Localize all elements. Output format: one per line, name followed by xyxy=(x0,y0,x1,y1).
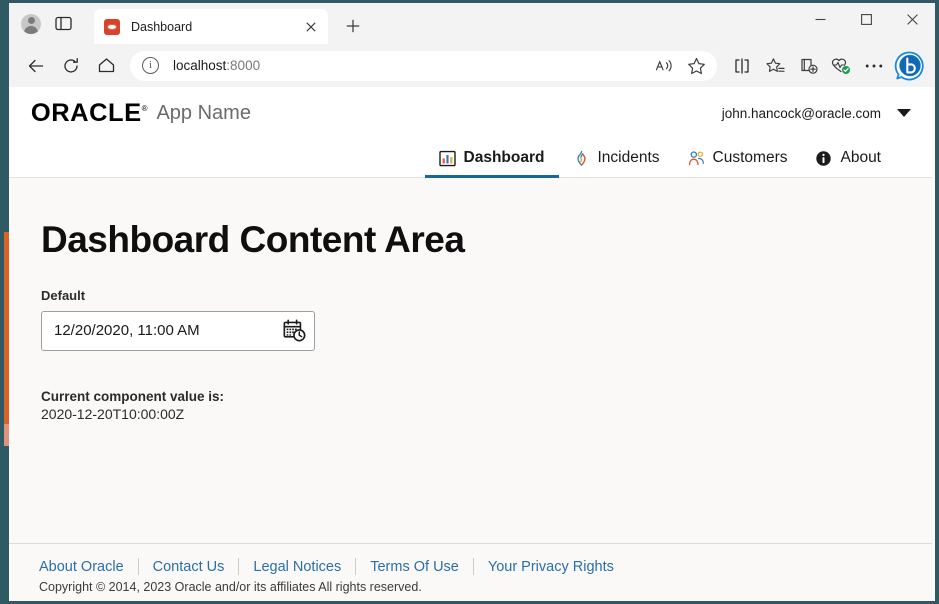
refresh-icon xyxy=(62,57,80,75)
tab-incidents[interactable]: Incidents xyxy=(559,139,674,177)
registered-mark: ® xyxy=(142,104,148,113)
bar-chart-icon xyxy=(439,150,456,167)
tab-label: Incidents xyxy=(598,149,660,167)
favorites-icon xyxy=(766,57,785,75)
split-screen-icon xyxy=(733,57,751,75)
oracle-wordmark: ORACLE xyxy=(31,99,142,128)
app-nav-tabs: Dashboard Incidents Customers xyxy=(9,139,935,178)
close-icon xyxy=(907,14,918,25)
footer-separator xyxy=(355,558,356,575)
browser-essentials-button[interactable] xyxy=(825,50,857,82)
browser-toolbar: i localhost:8000 xyxy=(9,44,935,87)
copyright-text: Copyright © 2014, 2023 Oracle and/or its… xyxy=(39,580,935,594)
home-button[interactable] xyxy=(89,50,123,82)
footer-separator xyxy=(238,558,239,575)
site-info-icon[interactable]: i xyxy=(142,57,159,74)
close-tab-icon[interactable] xyxy=(300,16,322,38)
footer-link-privacy-rights[interactable]: Your Privacy Rights xyxy=(488,559,614,575)
window-controls xyxy=(797,3,935,36)
tab-label: About xyxy=(840,149,881,167)
reddit-favicon xyxy=(104,19,120,35)
new-tab-button[interactable] xyxy=(339,12,367,40)
browser-tabstrip: Dashboard xyxy=(9,3,935,44)
tab-customers[interactable]: Customers xyxy=(674,139,802,177)
maximize-button[interactable] xyxy=(843,3,889,36)
tab-actions-button[interactable] xyxy=(47,9,79,39)
read-aloud-button[interactable] xyxy=(649,53,679,79)
calendar-clock-icon[interactable] xyxy=(283,319,306,342)
back-button[interactable] xyxy=(19,50,53,82)
collections-icon xyxy=(799,57,818,75)
add-favorite-button[interactable] xyxy=(681,53,711,79)
footer-links: About Oracle Contact Us Legal Notices Te… xyxy=(39,558,935,575)
read-aloud-icon xyxy=(655,58,674,74)
url-port: :8000 xyxy=(226,58,260,73)
address-bar[interactable]: i localhost:8000 xyxy=(130,51,717,81)
close-window-button[interactable] xyxy=(889,3,935,36)
flame-icon xyxy=(573,150,590,167)
page-title: Dashboard Content Area xyxy=(41,220,935,261)
app-footer: About Oracle Contact Us Legal Notices Te… xyxy=(9,543,935,601)
oracle-logo[interactable]: ORACLE ® xyxy=(32,99,147,128)
page-viewport: ORACLE ® App Name john.hancock@oracle.co… xyxy=(9,87,935,601)
app-name: App Name xyxy=(156,102,251,125)
footer-link-contact-us[interactable]: Contact Us xyxy=(153,559,225,575)
user-email: john.hancock@oracle.com xyxy=(722,106,881,121)
date-field-label: Default xyxy=(41,288,935,303)
copilot-button[interactable] xyxy=(893,49,927,83)
browser-window: Dashboard xyxy=(9,3,935,601)
copilot-icon xyxy=(894,50,926,82)
datetime-value: 12/20/2020, 11:00 AM xyxy=(54,322,283,339)
maximize-icon xyxy=(861,14,872,25)
footer-link-terms-of-use[interactable]: Terms Of Use xyxy=(370,559,459,575)
app-header: ORACLE ® App Name john.hancock@oracle.co… xyxy=(9,87,935,139)
tab-title: Dashboard xyxy=(131,20,300,34)
user-menu[interactable]: john.hancock@oracle.com xyxy=(722,106,911,121)
tabstrip-left-icons xyxy=(9,3,83,44)
settings-more-icon xyxy=(865,63,883,69)
favorite-star-icon xyxy=(687,57,706,75)
refresh-button[interactable] xyxy=(54,50,88,82)
footer-link-about-oracle[interactable]: About Oracle xyxy=(39,559,124,575)
component-value-data: 2020-12-20T10:00:00Z xyxy=(41,405,935,423)
info-circle-icon xyxy=(815,150,832,167)
browser-tab-dashboard[interactable]: Dashboard xyxy=(94,9,328,44)
tab-dashboard[interactable]: Dashboard xyxy=(425,139,559,177)
people-icon xyxy=(688,150,705,167)
url-text: localhost:8000 xyxy=(173,58,260,73)
footer-link-legal-notices[interactable]: Legal Notices xyxy=(253,559,341,575)
tab-label: Customers xyxy=(713,149,788,167)
url-host: localhost xyxy=(173,58,226,73)
sidebar-panel-icon xyxy=(55,15,72,32)
collections-button[interactable] xyxy=(792,50,824,82)
main-content: Dashboard Content Area Default 12/20/202… xyxy=(9,178,935,543)
settings-more-button[interactable] xyxy=(858,50,890,82)
favorites-button[interactable] xyxy=(759,50,791,82)
minimize-icon xyxy=(815,14,826,25)
footer-separator xyxy=(138,558,139,575)
home-icon xyxy=(97,56,116,75)
page-right-edge xyxy=(932,87,935,601)
split-screen-button[interactable] xyxy=(726,50,758,82)
plus-icon xyxy=(346,19,360,33)
tab-label: Dashboard xyxy=(464,149,545,167)
minimize-button[interactable] xyxy=(797,3,843,36)
profile-avatar-button[interactable] xyxy=(15,9,47,39)
chevron-down-icon[interactable] xyxy=(897,109,911,117)
avatar xyxy=(21,14,41,34)
datetime-picker-input[interactable]: 12/20/2020, 11:00 AM xyxy=(41,311,315,351)
tab-about[interactable]: About xyxy=(801,139,895,177)
omnibox-actions xyxy=(649,53,711,79)
footer-separator xyxy=(473,558,474,575)
back-arrow-icon xyxy=(27,57,45,75)
browser-essentials-icon xyxy=(831,57,851,75)
component-value-block: Current component value is: 2020-12-20T1… xyxy=(41,388,935,424)
component-value-label: Current component value is: xyxy=(41,388,935,406)
